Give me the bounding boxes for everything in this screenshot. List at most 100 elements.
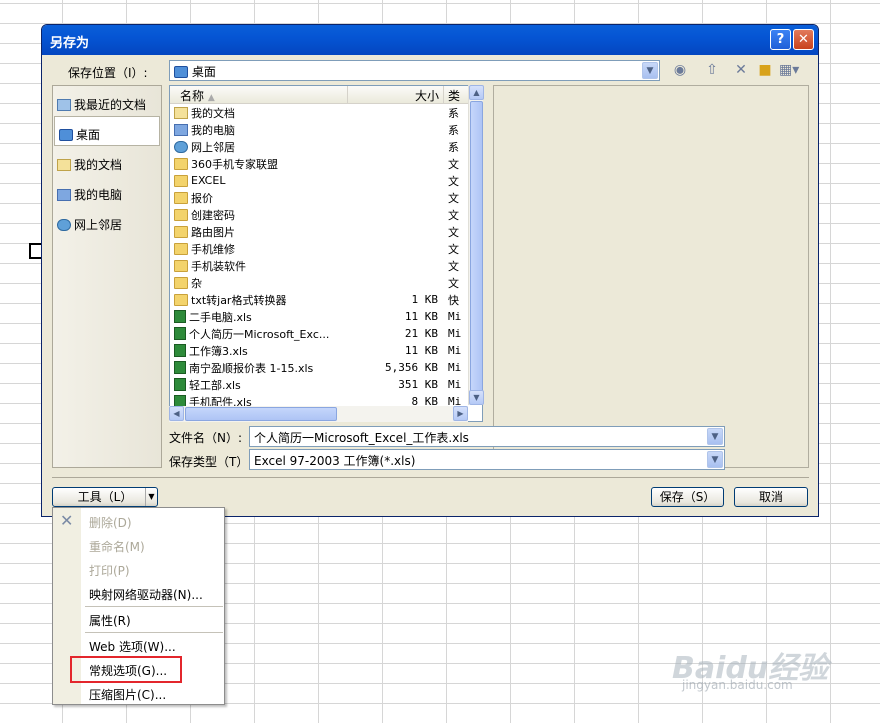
file-name: EXCEL [191,174,226,187]
menu-item-delete[interactable]: 删除(D) [89,514,132,531]
scroll-thumb[interactable] [470,101,483,393]
file-size: 1 KB [411,293,439,306]
file-row[interactable]: 报价文 [170,189,482,206]
folder-icon [174,191,188,204]
scroll-right-icon[interactable]: ▶ [453,406,468,421]
file-row[interactable]: 个人简历一Microsoft_Exc... 21 KB Mi [170,325,482,342]
file-name: 报价 [191,191,213,205]
scroll-left-icon[interactable]: ◀ [169,406,184,421]
network-icon [57,218,71,231]
file-name: 轻工部.xls [189,378,241,392]
divider [52,477,809,478]
file-name: 手机装软件 [191,259,246,273]
filename-input[interactable]: 个人简历一Microsoft_Excel_工作表.xls ▼ [249,426,725,447]
file-row[interactable]: 路由图片文 [170,223,482,240]
file-name-cell: 报价 [170,190,348,206]
sort-asc-icon: ▲ [207,93,215,103]
file-name: 我的电脑 [191,123,235,137]
cancel-button[interactable]: 取消 [734,487,808,507]
file-name: 南宁盈顺报价表 1-15.xls [189,361,314,375]
file-row[interactable]: 手机维修文 [170,240,482,257]
folder-icon [174,225,188,238]
place-label: 我的文档 [74,158,123,172]
delete-icon[interactable]: ✕ [731,60,751,80]
place-recent[interactable]: 我最近的文档 [53,86,161,116]
help-button[interactable]: ? [770,29,791,50]
file-name-cell: 创建密码 [170,207,348,223]
horizontal-scrollbar[interactable]: ◀ ▶ [169,406,468,422]
chevron-down-icon[interactable]: ▼ [642,62,658,79]
file-name-cell: 南宁盈顺报价表 1-15.xls [170,360,348,376]
place-my-documents[interactable]: 我的文档 [53,146,161,176]
file-name-cell: 手机维修 [170,241,348,257]
save-in-label: 保存位置（I）: [68,66,148,80]
column-header-size[interactable]: 大小 [348,86,444,103]
file-name: 二手电脑.xls [189,310,252,324]
menu-item-compress-pictures[interactable]: 压缩图片(C)... [89,686,166,703]
place-network[interactable]: 网上邻居 [53,206,161,236]
chevron-down-icon[interactable]: ▼ [707,451,723,468]
scroll-up-icon[interactable]: ▲ [469,85,484,100]
preview-pane [493,85,809,468]
desktop-icon [174,66,188,78]
vertical-scrollbar[interactable]: ▲ ▼ [468,85,484,405]
excel-file-icon [174,378,186,391]
file-list-header: 名称 ▲ 大小 类 [170,86,482,104]
folder-icon [174,293,188,306]
filetype-select[interactable]: Excel 97-2003 工作簿(*.xls) ▼ [249,449,725,470]
file-row[interactable]: 网上邻居系 [170,138,482,155]
file-row[interactable]: EXCEL 文 [170,172,482,189]
save-button[interactable]: 保存（S） [651,487,724,507]
folder-icon [174,208,188,221]
scroll-thumb-horizontal[interactable] [185,407,337,421]
menu-item-rename[interactable]: 重命名(M) [89,538,145,555]
file-row[interactable]: 我的文档系 [170,104,482,121]
file-row[interactable]: 轻工部.xls 351 KB Mi [170,376,482,393]
place-label: 桌面 [76,128,101,142]
recent-documents-icon [57,98,71,111]
file-name: 手机维修 [191,242,235,256]
column-header-name[interactable]: 名称 ▲ [170,86,348,103]
back-icon[interactable]: ◉ [670,60,690,80]
computer-icon [57,188,71,201]
views-icon[interactable]: ▦▾ [779,60,799,80]
folder-icon [174,157,188,170]
tools-button[interactable]: 工具（L） ▼ [52,487,158,507]
place-label: 我的电脑 [74,188,123,202]
menu-item-properties[interactable]: 属性(R) [89,612,131,629]
file-row[interactable]: 360手机专家联盟文 [170,155,482,172]
file-name-cell: 个人简历一Microsoft_Exc... [170,326,348,342]
file-name: 创建密码 [191,208,235,222]
file-row[interactable]: 手机装软件文 [170,257,482,274]
folder-icon [174,259,188,272]
file-list[interactable]: 名称 ▲ 大小 类 我的文档系我的电脑系网上邻居系 360手机专家联盟文 EXCEL… [169,85,483,422]
place-my-computer[interactable]: 我的电脑 [53,176,161,206]
menu-item-print[interactable]: 打印(P) [89,562,130,579]
file-name-cell: 网上邻居 [170,139,348,155]
places-bar: 我最近的文档 桌面 我的文档 我的电脑 网上邻居 [52,85,162,468]
scroll-down-icon[interactable]: ▼ [469,390,484,405]
place-desktop[interactable]: 桌面 [54,116,160,146]
file-row[interactable]: 杂文 [170,274,482,291]
file-row[interactable]: 南宁盈顺报价表 1-15.xls 5,356 KB Mi [170,359,482,376]
network-icon [174,140,188,153]
file-name: 路由图片 [191,225,235,239]
chevron-down-icon[interactable]: ▼ [707,428,723,445]
dialog-title: 另存为 [50,36,90,51]
menu-item-map-drive[interactable]: 映射网络驱动器(N)... [89,586,203,603]
watermark-url: jingyan.baidu.com [682,678,793,692]
up-folder-icon[interactable]: ⇧ [702,60,722,80]
menu-item-web-options[interactable]: Web 选项(W)... [89,638,176,655]
file-name-cell: 杂 [170,275,348,291]
my-documents-icon [57,158,71,171]
file-row[interactable]: 工作簿3.xls 11 KB Mi [170,342,482,359]
file-row[interactable]: 创建密码文 [170,206,482,223]
chevron-down-icon[interactable]: ▼ [145,488,157,506]
save-in-combo[interactable]: 桌面 ▼ [169,60,660,81]
new-folder-icon[interactable]: ■ [755,60,775,80]
file-row[interactable]: txt转jar格式转换器 1 KB 快 [170,291,482,308]
file-row[interactable]: 我的电脑系 [170,121,482,138]
highlight-box [70,656,182,683]
close-button[interactable]: ✕ [793,29,814,50]
file-row[interactable]: 二手电脑.xls 11 KB Mi [170,308,482,325]
